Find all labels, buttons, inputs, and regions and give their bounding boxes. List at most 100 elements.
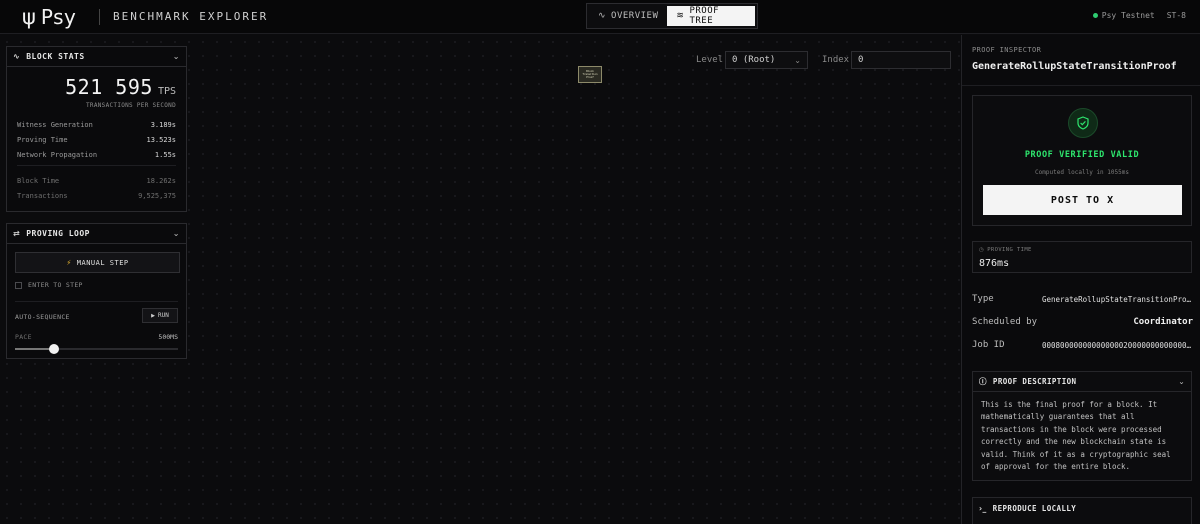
proving-time-caption: PROVING TIME: [987, 247, 1032, 253]
run-label: RUN: [158, 312, 169, 319]
inspector-title: GenerateRollupStateTransitionProof: [972, 61, 1177, 72]
tab-proof-tree-label: PROOF TREE: [689, 6, 720, 26]
type-label: Type: [972, 294, 994, 304]
stat-value: 1.55s: [154, 151, 176, 159]
pace-slider[interactable]: [15, 344, 178, 354]
logo[interactable]: ψ Psy: [22, 3, 76, 31]
stat-label: Block Time: [17, 177, 60, 185]
stat-label: Network Propagation: [17, 151, 98, 159]
run-button[interactable]: ▶ RUN: [142, 308, 178, 323]
view-switcher: ∿ OVERVIEW ≋ PROOF TREE: [586, 3, 758, 29]
inspector-caption: PROOF INSPECTOR: [972, 46, 1042, 54]
proof-description-title: PROOF DESCRIPTION: [992, 377, 1077, 386]
activity-icon: ∿: [598, 11, 607, 21]
reproduce-locally-header[interactable]: ›_ REPRODUCE LOCALLY: [973, 498, 1191, 518]
job-id-label: Job ID: [972, 340, 1005, 350]
chevron-down-icon: ⌄: [794, 55, 801, 65]
proof-inspector: PROOF INSPECTOR GenerateRollupStateTrans…: [961, 35, 1200, 524]
block-stats-title: BLOCK STATS: [26, 52, 85, 61]
network-status[interactable]: Psy Testnet ST-8: [1092, 11, 1186, 20]
proof-description-header[interactable]: ⓘ PROOF DESCRIPTION ⌄: [973, 372, 1191, 392]
reproduce-locally-card: ›_ REPRODUCE LOCALLY: [972, 497, 1192, 524]
proving-time-value: 876ms: [979, 258, 1010, 269]
play-icon: ▶: [151, 312, 155, 319]
manual-step-button[interactable]: ⚡ MANUAL STEP: [15, 252, 180, 273]
stat-row: Block Time 18.262s: [17, 177, 176, 187]
chevron-down-icon[interactable]: ⌄: [1178, 377, 1185, 386]
clock-icon: ◷: [979, 247, 985, 253]
proving-time-label: ◷ PROVING TIME: [979, 247, 1032, 253]
stats-divider: [17, 165, 176, 166]
scheduled-by-row: Scheduled by Coordinator: [972, 316, 1193, 328]
pace-value: 500MS: [158, 333, 178, 341]
stat-row: Witness Generation 3.189s: [17, 121, 176, 131]
computed-note: Computed locally in 1055ms: [1035, 169, 1129, 176]
level-select[interactable]: 0 (Root) ⌄: [725, 51, 808, 69]
stat-value: 18.262s: [146, 177, 176, 185]
pace-label: PACE: [15, 333, 32, 341]
stat-row: Proving Time 13.523s: [17, 136, 176, 146]
chain-id: ST-8: [1166, 11, 1186, 20]
proving-loop-panel: ⇄ PROVING LOOP ⌄ ⚡ MANUAL STEP ENTER TO …: [6, 223, 187, 359]
inspector-divider: [962, 85, 1200, 86]
chevron-down-icon[interactable]: ⌄: [173, 229, 180, 238]
scheduled-label: Scheduled by: [972, 317, 1038, 327]
tps-readout: 521 595 TPS: [65, 75, 176, 99]
stat-value: 3.189s: [150, 121, 176, 129]
verified-status: PROOF VERIFIED VALID: [1024, 150, 1140, 160]
shield-check-icon: [1068, 108, 1098, 138]
network-name: Psy Testnet: [1101, 11, 1155, 20]
reproduce-locally-title: REPRODUCE LOCALLY: [992, 503, 1077, 513]
tab-overview[interactable]: ∿ OVERVIEW: [589, 6, 667, 26]
lightning-icon: ⚡: [66, 258, 72, 267]
stat-value: 13.523s: [146, 136, 176, 144]
type-row: Type GenerateRollupStateTransitionProof: [972, 293, 1193, 305]
tree-node-label: Block Transition Proof: [582, 70, 598, 79]
stat-label: Transactions: [17, 192, 68, 200]
loop-divider: [15, 301, 178, 302]
index-input[interactable]: [851, 51, 951, 69]
chevron-down-icon[interactable]: ⌄: [173, 52, 180, 61]
tab-proof-tree[interactable]: ≋ PROOF TREE: [667, 6, 755, 26]
level-select-value: 0 (Root): [732, 55, 776, 65]
info-icon: ⓘ: [979, 377, 987, 386]
verification-card: PROOF VERIFIED VALID Computed locally in…: [972, 95, 1192, 226]
stat-row: Network Propagation 1.55s: [17, 151, 176, 161]
index-label: Index: [822, 55, 850, 65]
terminal-icon: ›_: [979, 503, 987, 513]
job-id-row: Job ID 000800000000000000200000000000000…: [972, 339, 1193, 351]
enter-to-step-checkbox[interactable]: [15, 281, 22, 289]
block-stats-header[interactable]: ∿ BLOCK STATS ⌄: [7, 47, 186, 67]
psi-logo-icon: ψ: [22, 5, 36, 29]
app-title: BENCHMARK EXPLORER: [113, 10, 269, 23]
block-stats-panel: ∿ BLOCK STATS ⌄ 521 595 TPS TRANSACTIONS…: [6, 46, 187, 212]
proving-loop-title: PROVING LOOP: [26, 229, 90, 238]
stat-row: Transactions 9,525,375: [17, 192, 176, 202]
level-label: Level: [696, 55, 724, 65]
header-divider: [99, 9, 100, 25]
activity-icon: ∿: [13, 52, 21, 61]
stat-value: 9,525,375: [138, 192, 176, 200]
status-dot-icon: [1092, 13, 1098, 18]
proof-description-card: ⓘ PROOF DESCRIPTION ⌄ This is the final …: [972, 371, 1192, 481]
auto-sequence-label: AUTO-SEQUENCE: [15, 313, 70, 321]
repeat-icon: ⇄: [13, 229, 21, 238]
pace-slider-thumb[interactable]: [49, 344, 60, 354]
post-to-x-button[interactable]: POST TO X: [983, 185, 1182, 215]
enter-to-step-toggle[interactable]: ENTER TO STEP: [15, 281, 83, 289]
manual-step-label: MANUAL STEP: [76, 258, 129, 267]
tps-value: 521 595: [65, 75, 153, 99]
logo-text: Psy: [40, 5, 77, 29]
stat-label: Witness Generation: [17, 121, 93, 129]
enter-to-step-label: ENTER TO STEP: [28, 281, 83, 289]
job-id-value[interactable]: 000800000000000000200000000000000000: [1042, 341, 1193, 350]
tps-caption: TRANSACTIONS PER SECOND: [86, 102, 176, 109]
tab-overview-label: OVERVIEW: [611, 11, 659, 21]
stat-label: Proving Time: [17, 136, 68, 144]
proving-loop-header[interactable]: ⇄ PROVING LOOP ⌄: [7, 224, 186, 244]
type-value: GenerateRollupStateTransitionProof: [1042, 294, 1193, 304]
top-bar: ψ Psy BENCHMARK EXPLORER ∿ OVERVIEW ≋ PR…: [0, 0, 1200, 34]
proof-tree-node-root[interactable]: Block Transition Proof: [578, 66, 602, 83]
layers-icon: ≋: [676, 11, 685, 21]
proof-description-text: This is the final proof for a block. It …: [981, 400, 1171, 472]
